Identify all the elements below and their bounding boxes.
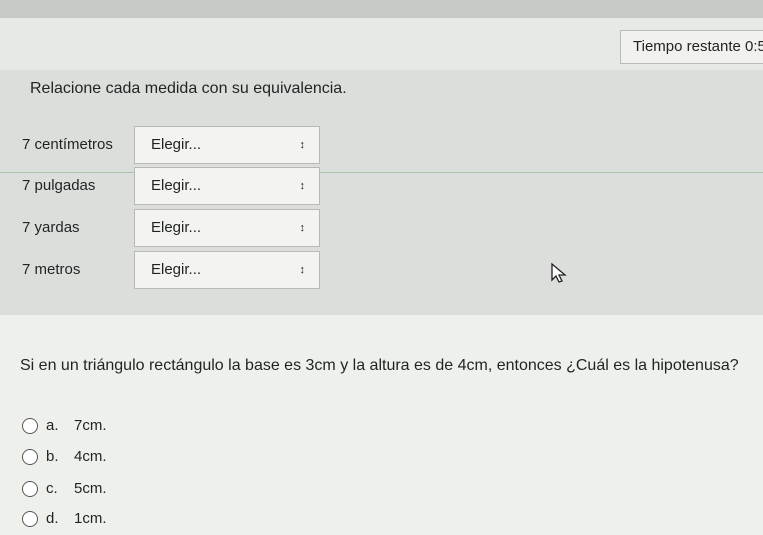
match-row: 7 metros Elegir... ↕ — [0, 251, 330, 289]
option-letter: b. — [46, 448, 59, 465]
up-down-arrows-icon: ↕ — [299, 264, 306, 276]
select-value: Elegir... — [151, 136, 202, 153]
select-dropdown[interactable]: Elegir... ↕ — [134, 126, 320, 164]
option-letter: a. — [46, 417, 59, 434]
select-value: Elegir... — [151, 261, 202, 278]
option-letter: c. — [46, 480, 58, 497]
option-letter: d. — [46, 510, 59, 527]
time-remaining: Tiempo restante 0:5 — [620, 30, 763, 64]
up-down-arrows-icon: ↕ — [299, 139, 306, 151]
radio-button[interactable] — [22, 449, 38, 465]
select-value: Elegir... — [151, 177, 202, 194]
select-dropdown[interactable]: Elegir... ↕ — [134, 167, 320, 205]
match-label: 7 centímetros — [22, 136, 113, 153]
match-label: 7 pulgadas — [22, 177, 96, 194]
option-text: 4cm. — [74, 448, 107, 465]
question-2-panel — [0, 315, 763, 535]
question-1-prompt: Relacione cada medida con su equivalenci… — [30, 80, 347, 97]
option-text: 7cm. — [74, 417, 107, 434]
select-value: Elegir... — [151, 219, 202, 236]
match-row: 7 centímetros Elegir... ↕ — [0, 126, 330, 164]
select-dropdown[interactable]: Elegir... ↕ — [134, 209, 320, 247]
match-label: 7 metros — [22, 261, 81, 278]
mouse-cursor-icon — [551, 262, 567, 283]
match-label: 7 yardas — [22, 219, 80, 236]
top-band — [0, 0, 763, 18]
select-dropdown[interactable]: Elegir... ↕ — [134, 251, 320, 289]
radio-button[interactable] — [22, 511, 38, 527]
option-text: 5cm. — [74, 480, 107, 497]
option-text: 1cm. — [74, 510, 107, 527]
up-down-arrows-icon: ↕ — [299, 222, 306, 234]
match-row: 7 pulgadas Elegir... ↕ — [0, 167, 330, 205]
up-down-arrows-icon: ↕ — [299, 180, 306, 192]
radio-button[interactable] — [22, 418, 38, 434]
question-2-prompt: Si en un triángulo rectángulo la base es… — [20, 357, 739, 374]
match-row: 7 yardas Elegir... ↕ — [0, 209, 330, 247]
radio-button[interactable] — [22, 481, 38, 497]
